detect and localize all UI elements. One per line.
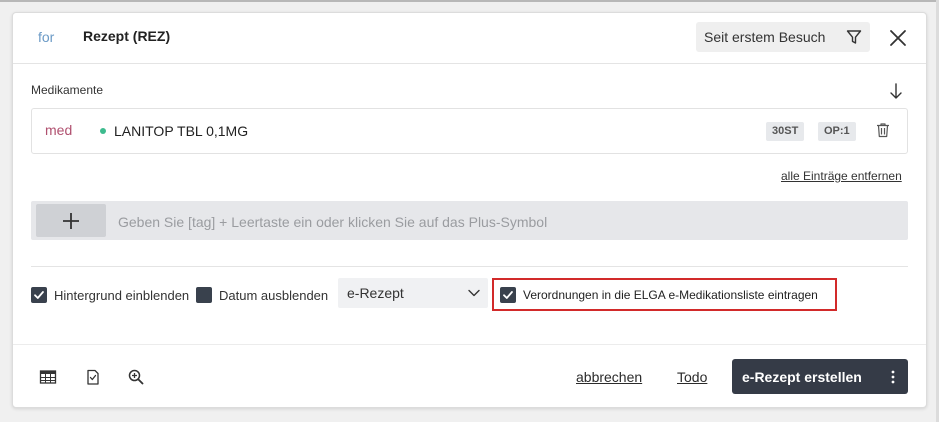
show-background-label: Hintergrund einblenden xyxy=(54,287,190,303)
dialog-header: for Rezept (REZ) Seit erstem Besuch xyxy=(13,13,926,64)
elga-option: Verordnungen in die ELGA e-Medikationsli… xyxy=(492,278,837,311)
remove-all-link[interactable]: alle Einträge entfernen xyxy=(781,169,902,183)
add-button[interactable] xyxy=(36,204,106,237)
medication-tag: med xyxy=(45,122,73,138)
prescription-type-select[interactable]: e-Rezept xyxy=(338,278,488,308)
top-border xyxy=(0,0,939,2)
cancel-link[interactable]: abbrechen xyxy=(576,369,642,385)
tag-input[interactable] xyxy=(116,201,900,242)
trash-icon[interactable] xyxy=(876,122,890,138)
zoom-in-icon[interactable] xyxy=(127,368,145,386)
prescription-dialog: for Rezept (REZ) Seit erstem Besuch Medi… xyxy=(12,12,927,408)
plus-icon xyxy=(63,212,79,229)
create-e-prescription-label: e-Rezept erstellen xyxy=(742,368,862,385)
elga-label: Verordnungen in die ELGA e-Medikationsli… xyxy=(523,287,818,302)
todo-link[interactable]: Todo xyxy=(677,369,707,385)
visit-filter-label: Seit erstem Besuch xyxy=(704,29,826,45)
show-background-option: Hintergrund einblenden xyxy=(31,287,189,303)
table-icon[interactable] xyxy=(39,368,57,386)
create-e-prescription-button[interactable]: e-Rezept erstellen xyxy=(732,359,908,394)
prescription-type-value: e-Rezept xyxy=(347,285,404,301)
visit-filter-button[interactable]: Seit erstem Besuch xyxy=(696,22,870,52)
chevron-down-icon xyxy=(460,289,488,297)
hide-date-option: Datum ausblenden xyxy=(196,287,328,303)
clipboard-check-icon[interactable] xyxy=(84,368,102,386)
close-icon[interactable] xyxy=(887,27,909,49)
elga-checkbox[interactable] xyxy=(500,286,516,303)
package-badge: OP:1 xyxy=(818,122,856,141)
header-prefix: for xyxy=(38,29,55,45)
show-background-checkbox[interactable] xyxy=(31,287,47,303)
hide-date-checkbox[interactable] xyxy=(196,287,212,303)
dialog-footer: abbrechen Todo e-Rezept erstellen xyxy=(13,344,926,408)
medications-section-label: Medikamente xyxy=(31,83,104,97)
more-vertical-icon[interactable] xyxy=(878,370,908,384)
medication-name: LANITOP TBL 0,1MG xyxy=(114,123,249,139)
hide-date-label: Datum ausblenden xyxy=(219,287,329,303)
divider xyxy=(31,266,908,267)
filter-icon[interactable] xyxy=(838,22,870,52)
arrow-down-icon[interactable] xyxy=(888,81,904,101)
quantity-badge: 30ST xyxy=(766,122,805,141)
status-dot xyxy=(100,128,106,134)
tag-input-row xyxy=(31,201,908,242)
medication-row[interactable]: med LANITOP TBL 0,1MG 30ST OP:1 xyxy=(31,108,908,154)
dialog-title: Rezept (REZ) xyxy=(83,28,171,44)
